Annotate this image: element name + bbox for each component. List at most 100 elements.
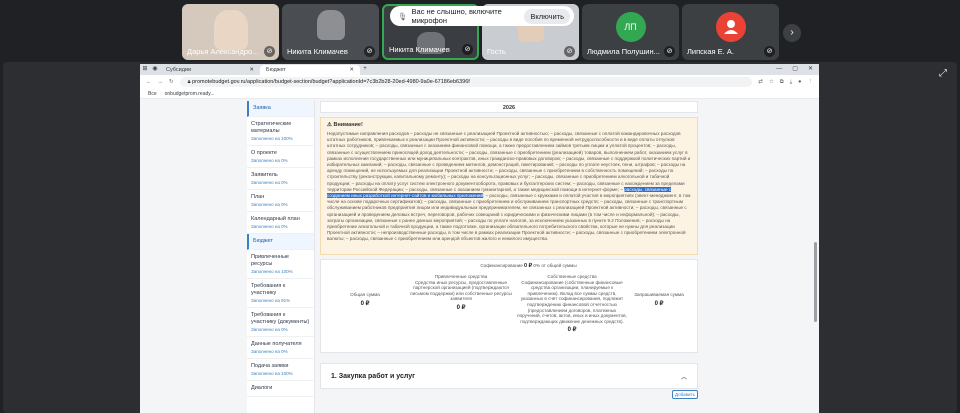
column-desc: Средства иных ресурсы, предоставленные п… bbox=[410, 279, 512, 302]
back-icon[interactable]: ← bbox=[146, 79, 152, 85]
minimize-icon[interactable]: — bbox=[776, 64, 782, 75]
requested-amount-value: 0 ₽ bbox=[654, 300, 664, 307]
address-bar-row: ← → ↻ 🔒︎ promotebudget.gov.ru/applicatio… bbox=[140, 75, 819, 89]
scrollbar[interactable] bbox=[814, 242, 817, 322]
sidebar-item-label: Диалоги bbox=[251, 385, 273, 391]
globe-icon: ◉ bbox=[152, 66, 158, 72]
close-window-icon[interactable]: ✕ bbox=[808, 64, 813, 75]
participant-name: Никита Климачев bbox=[287, 47, 348, 56]
sidebar-item-calendar[interactable]: Календарный план Заполнено на 0% bbox=[247, 212, 314, 234]
add-button[interactable]: Добавить bbox=[672, 390, 698, 399]
bookmarks-bar: Все onbudgetprom.ready... bbox=[140, 89, 819, 99]
cofinancing-percent: 0% от общей суммы bbox=[533, 263, 577, 268]
participant-tile[interactable]: Липская Е. А. ⊘ bbox=[682, 4, 779, 60]
bookmark-item[interactable]: Все bbox=[148, 91, 157, 97]
warning-title-text: Внимание! bbox=[333, 122, 363, 128]
column-desc: Софинансирование (собственные финансовые… bbox=[517, 279, 627, 324]
sidebar-item-label: Подача заявки bbox=[251, 363, 289, 369]
close-icon[interactable]: ✕ bbox=[349, 67, 354, 73]
sidebar-item-budget[interactable]: Бюджет bbox=[247, 234, 314, 250]
mic-off-icon: ⊘ bbox=[364, 46, 375, 57]
chevron-up-icon[interactable]: ︿ bbox=[681, 372, 687, 381]
mic-off-icon: ⊘ bbox=[564, 46, 575, 57]
sidebar-item-applicant[interactable]: Заявитель Заполнено на 0% bbox=[247, 168, 314, 190]
sidebar-item-requirements[interactable]: Требования к участнику Заполнено на 91% bbox=[247, 279, 314, 308]
sidebar-item-recipient[interactable]: Данные получателя Заполнено на 0% bbox=[247, 337, 314, 359]
sidebar-item-label: План bbox=[251, 194, 265, 200]
page-body: Заявка Стратегические материалы Заполнено… bbox=[140, 99, 819, 413]
sidebar-item-label: Привлеченные ресурсы bbox=[251, 254, 289, 267]
new-tab-icon[interactable]: + bbox=[360, 64, 370, 75]
participants-strip: Дарья Александро... ⊘ Никита Климачев ⊘ … bbox=[0, 0, 960, 62]
own-funds-col: Собственные средства Софинансирование (с… bbox=[517, 274, 627, 334]
financing-summary: Софинансирование 0 ₽ 0% от общей суммы О… bbox=[320, 259, 698, 353]
total-amount-value: 0 ₽ bbox=[360, 300, 370, 307]
application-sidebar: Заявка Стратегические материалы Заполнено… bbox=[247, 101, 315, 413]
sidebar-item-status: Заполнено на 100% bbox=[251, 136, 293, 141]
tab-title: Субсидии bbox=[166, 67, 192, 73]
kebab-menu-icon[interactable]: ⋮ bbox=[808, 79, 814, 85]
reload-icon[interactable]: ↻ bbox=[169, 79, 174, 85]
mic-warning-text: Вас не слышно, включите микрофон bbox=[411, 7, 502, 25]
menu-icon[interactable]: ⊞ bbox=[140, 64, 150, 75]
sidebar-item-plan[interactable]: План Заполнено на 0% bbox=[247, 190, 314, 212]
sidebar-item-label: Требования к участнику (документы) bbox=[251, 312, 310, 325]
attracted-funds-col: Привлеченные средства Средства иных ресу… bbox=[409, 274, 513, 312]
mic-off-icon: ⊘ bbox=[462, 44, 473, 55]
procurement-section-header[interactable]: 1. Закупка работ и услуг ︿ bbox=[320, 363, 698, 389]
requested-amount-col: Запрашиваемая сумма 0 ₽ bbox=[621, 292, 697, 307]
star-icon[interactable]: ☆ bbox=[769, 79, 774, 85]
attracted-funds-value: 0 ₽ bbox=[456, 304, 466, 311]
mic-off-icon: ⊘ bbox=[264, 46, 275, 57]
sidebar-item-label: Данные получателя bbox=[251, 341, 302, 347]
translate-icon[interactable]: ⇄ bbox=[758, 79, 763, 85]
forward-icon[interactable]: → bbox=[158, 79, 164, 85]
sidebar-item-materials[interactable]: Стратегические материалы Заполнено на 100… bbox=[247, 117, 314, 146]
sidebar-item-status: Заполнено на 0% bbox=[251, 349, 288, 354]
sidebar-item-application[interactable]: Заявка bbox=[247, 101, 314, 117]
mic-warning-toast: 🎙 Вас не слышно, включите микрофон Включ… bbox=[390, 6, 574, 26]
mic-off-icon: 🎙 bbox=[398, 11, 408, 21]
url-text: promotebudget.gov.ru/application/budget-… bbox=[192, 79, 470, 85]
mic-off-icon: ⊘ bbox=[764, 46, 775, 57]
window-controls: — ▢ ✕ bbox=[776, 64, 819, 75]
profile-icon[interactable]: ● bbox=[798, 79, 801, 85]
year-tab[interactable]: 2026 bbox=[320, 101, 698, 113]
sidebar-item-status: Заполнено на 100% bbox=[251, 371, 293, 376]
sidebar-item-requirements-docs[interactable]: Требования к участнику (документы) Заполн… bbox=[247, 308, 314, 337]
warning-text: Недопустимые направления расходов – расх… bbox=[327, 131, 691, 243]
cofinancing-row: Софинансирование 0 ₽ 0% от общей суммы bbox=[441, 263, 616, 269]
enable-mic-button[interactable]: Включить bbox=[524, 8, 570, 24]
sidebar-item-about[interactable]: О проекте Заполнено на 0% bbox=[247, 146, 314, 168]
person-icon bbox=[723, 20, 738, 34]
tab-title: Бюджет bbox=[266, 67, 286, 73]
bookmark-item[interactable]: onbudgetprom.ready... bbox=[165, 91, 215, 97]
sidebar-item-dialogs[interactable]: Диалоги bbox=[247, 381, 314, 397]
expand-icon[interactable]: ⤢ bbox=[939, 68, 947, 79]
download-icon[interactable]: ⤓ bbox=[790, 79, 792, 86]
sidebar-item-submit[interactable]: Подача заявки Заполнено на 100% bbox=[247, 359, 314, 381]
tab-subsidies[interactable]: Субсидии ✕ bbox=[160, 65, 260, 75]
participant-video bbox=[316, 10, 345, 40]
sidebar-item-label: Календарный план bbox=[251, 216, 300, 222]
tab-budget[interactable]: Бюджет ✕ bbox=[260, 65, 360, 75]
warning-text-part: ; – расходы, связанные с кружками и опла… bbox=[327, 193, 691, 242]
sidebar-item-resources[interactable]: Привлеченные ресурсы Заполнено на 100% bbox=[247, 250, 314, 279]
sidebar-item-label: Бюджет bbox=[253, 238, 273, 244]
participant-tile[interactable]: ЛП Людмила Полушин... ⊘ bbox=[582, 4, 679, 60]
sidebar-item-status: Заполнено на 0% bbox=[251, 158, 288, 163]
mic-off-icon: ⊘ bbox=[664, 46, 675, 57]
participant-tile[interactable]: Дарья Александро... ⊘ bbox=[182, 4, 279, 60]
address-field[interactable]: 🔒︎ promotebudget.gov.ru/application/budg… bbox=[179, 77, 753, 87]
warning-text-part: Недопустимые направления расходов – расх… bbox=[327, 131, 691, 192]
chevron-right-icon[interactable]: › bbox=[783, 24, 801, 42]
warning-box: ⚠ Внимание! Недопустимые направления рас… bbox=[320, 117, 698, 255]
column-title: Общая сумма bbox=[350, 292, 380, 297]
maximize-icon[interactable]: ▢ bbox=[792, 64, 798, 75]
budget-content: 2026 ⚠ Внимание! Недопустимые направлени… bbox=[320, 101, 698, 399]
participant-name: Дарья Александро... bbox=[187, 47, 259, 56]
close-icon[interactable]: ✕ bbox=[249, 67, 254, 73]
tab-bar: ⊞ ◉ Субсидии ✕ Бюджет ✕ + — ▢ ✕ bbox=[140, 64, 819, 75]
participant-tile[interactable]: Никита Климачев ⊘ bbox=[282, 4, 379, 60]
extensions-icon[interactable]: ⧉ bbox=[780, 79, 784, 86]
